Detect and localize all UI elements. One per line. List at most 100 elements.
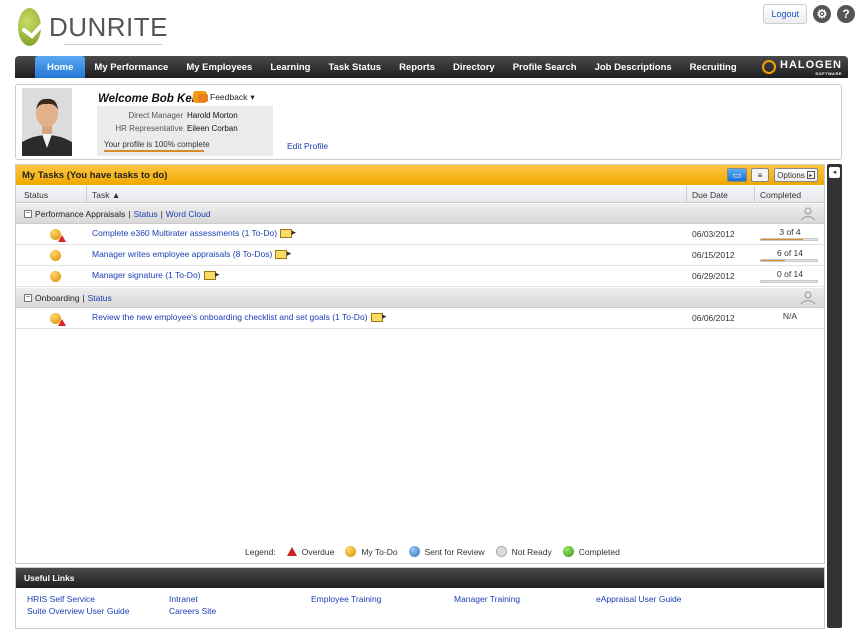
task-link[interactable]: Manager signature (1 To-Do) — [92, 269, 220, 281]
completed-count: 6 of 14 — [777, 248, 803, 258]
sent-for-review-icon — [408, 546, 420, 557]
overdue-icon — [58, 319, 66, 326]
word-cloud-link[interactable]: Word Cloud — [166, 209, 211, 219]
nav-item-home[interactable]: Home — [35, 56, 86, 78]
feedback-menu[interactable]: Feedback ▾ — [193, 91, 255, 103]
list-view-button[interactable]: ≡ — [751, 168, 769, 182]
completion-progress — [760, 280, 818, 283]
nav-item-job-descriptions[interactable]: Job Descriptions — [586, 56, 681, 78]
arrow-right-icon: ▸ — [806, 171, 815, 179]
group-performance-appraisals: − Performance Appraisals | Status | Word… — [16, 204, 824, 224]
link-eappraisal-guide[interactable]: eAppraisal User Guide — [596, 594, 682, 604]
task-row: Review the new employee's onboarding che… — [16, 308, 824, 329]
view-toggle-button[interactable]: ▭ — [727, 168, 747, 182]
nav-item-my-performance[interactable]: My Performance — [85, 56, 177, 78]
halogen-ring-icon — [762, 60, 776, 74]
group-status-link[interactable]: Status — [133, 209, 157, 219]
task-column-header: Status Task ▲ Due Date Completed — [16, 186, 824, 203]
task-row: Manager signature (1 To-Do) 06/29/2012 0… — [16, 266, 824, 287]
go-to-icon[interactable] — [280, 227, 296, 239]
completed-count: 3 of 4 — [779, 227, 801, 237]
overdue-icon — [286, 547, 297, 556]
vendor-name: HALOGEN — [780, 58, 842, 71]
my-todo-icon — [345, 546, 357, 557]
status-legend: Legend: Overdue My To-Do Sent for Review… — [245, 546, 620, 557]
manager-name: Harold Morton — [187, 111, 238, 120]
legend-sent-for-review: Sent for Review — [424, 546, 485, 557]
due-date: 06/29/2012 — [692, 271, 735, 281]
overdue-icon — [58, 235, 66, 242]
logout-button[interactable]: Logout — [763, 4, 807, 24]
nav-item-task-status[interactable]: Task Status — [319, 56, 390, 78]
col-due-date[interactable]: Due Date — [692, 190, 728, 200]
collapse-icon[interactable]: − — [24, 294, 32, 302]
link-suite-overview-guide[interactable]: Suite Overview User Guide — [27, 606, 130, 616]
dunrite-logo: DUNRITE — [18, 6, 168, 48]
collapse-sidebar-icon[interactable]: ◂ — [829, 167, 840, 178]
link-hris-self-service[interactable]: HRIS Self Service — [27, 594, 95, 604]
feedback-label: Feedback — [210, 92, 248, 102]
group-label: − Performance Appraisals | Status | Word… — [24, 209, 211, 219]
task-link[interactable]: Review the new employee's onboarding che… — [92, 311, 387, 323]
legend-overdue: Overdue — [301, 546, 335, 557]
nav-item-learning[interactable]: Learning — [261, 56, 319, 78]
side-scrollbar[interactable] — [827, 164, 842, 628]
go-to-icon[interactable] — [275, 248, 291, 260]
nav-item-directory[interactable]: Directory — [444, 56, 504, 78]
profile-info-box: Direct Manager Harold Morton HR Represen… — [97, 106, 273, 156]
legend-not-ready: Not Ready — [511, 546, 552, 557]
options-label: Options — [777, 170, 805, 180]
gear-icon[interactable]: ⚙ — [813, 5, 831, 23]
main-nav: Home My Performance My Employees Learnin… — [15, 56, 848, 78]
my-todo-icon — [50, 250, 61, 261]
due-date: 06/03/2012 — [692, 229, 735, 239]
task-link[interactable]: Complete e360 Multirater assessments (1 … — [92, 227, 296, 239]
link-employee-training[interactable]: Employee Training — [311, 594, 381, 604]
options-button[interactable]: Options ▸ — [774, 168, 818, 182]
link-careers-site[interactable]: Careers Site — [169, 606, 216, 616]
list-icon: ≡ — [757, 170, 763, 180]
due-date: 06/15/2012 — [692, 250, 735, 260]
completion-progress — [760, 259, 818, 262]
useful-links-header — [16, 568, 824, 588]
person-icon[interactable] — [800, 291, 816, 305]
profile-status: Your profile is 100% complete — [104, 140, 210, 149]
completion-progress — [760, 238, 818, 241]
legend-my-todo: My To-Do — [361, 546, 398, 557]
manager-label: Direct Manager — [128, 111, 183, 120]
group-name: Performance Appraisals — [35, 209, 126, 219]
help-icon[interactable]: ? — [837, 5, 855, 23]
col-status[interactable]: Status — [24, 190, 48, 200]
nav-item-profile-search[interactable]: Profile Search — [504, 56, 586, 78]
task-row: Manager writes employee appraisals (8 To… — [16, 245, 824, 266]
group-status-link[interactable]: Status — [88, 293, 112, 303]
go-to-icon[interactable] — [370, 311, 387, 323]
group-label: − Onboarding | Status — [24, 293, 112, 303]
collapse-icon[interactable]: − — [24, 210, 32, 218]
task-link[interactable]: Manager writes employee appraisals (8 To… — [92, 248, 291, 260]
group-name: Onboarding — [35, 293, 80, 303]
logo-mark-icon — [18, 8, 52, 46]
avatar — [22, 88, 72, 156]
legend-completed: Completed — [578, 546, 620, 557]
link-manager-training[interactable]: Manager Training — [454, 594, 520, 604]
col-completed[interactable]: Completed — [760, 190, 801, 200]
col-divider — [754, 186, 755, 203]
chevron-down-icon: ▾ — [250, 91, 255, 102]
col-task[interactable]: Task ▲ — [92, 190, 120, 200]
my-todo-icon — [50, 271, 61, 282]
edit-profile-link[interactable]: Edit Profile — [287, 141, 328, 151]
nav-item-reports[interactable]: Reports — [390, 56, 444, 78]
welcome-title: Welcome Bob Keith — [98, 93, 206, 105]
group-onboarding: − Onboarding | Status — [16, 288, 824, 308]
monitor-icon: ▭ — [732, 169, 742, 180]
go-to-icon[interactable] — [203, 269, 220, 281]
person-icon[interactable] — [800, 207, 816, 221]
feedback-icon — [193, 91, 208, 103]
due-date: 06/06/2012 — [692, 313, 735, 323]
link-intranet[interactable]: Intranet — [169, 594, 198, 604]
halogen-logo: HALOGEN SOFTWARE — [762, 59, 842, 76]
nav-item-recruiting[interactable]: Recruiting — [681, 56, 746, 78]
tasks-title: My Tasks (You have tasks to do) — [22, 170, 168, 181]
nav-item-my-employees[interactable]: My Employees — [177, 56, 261, 78]
